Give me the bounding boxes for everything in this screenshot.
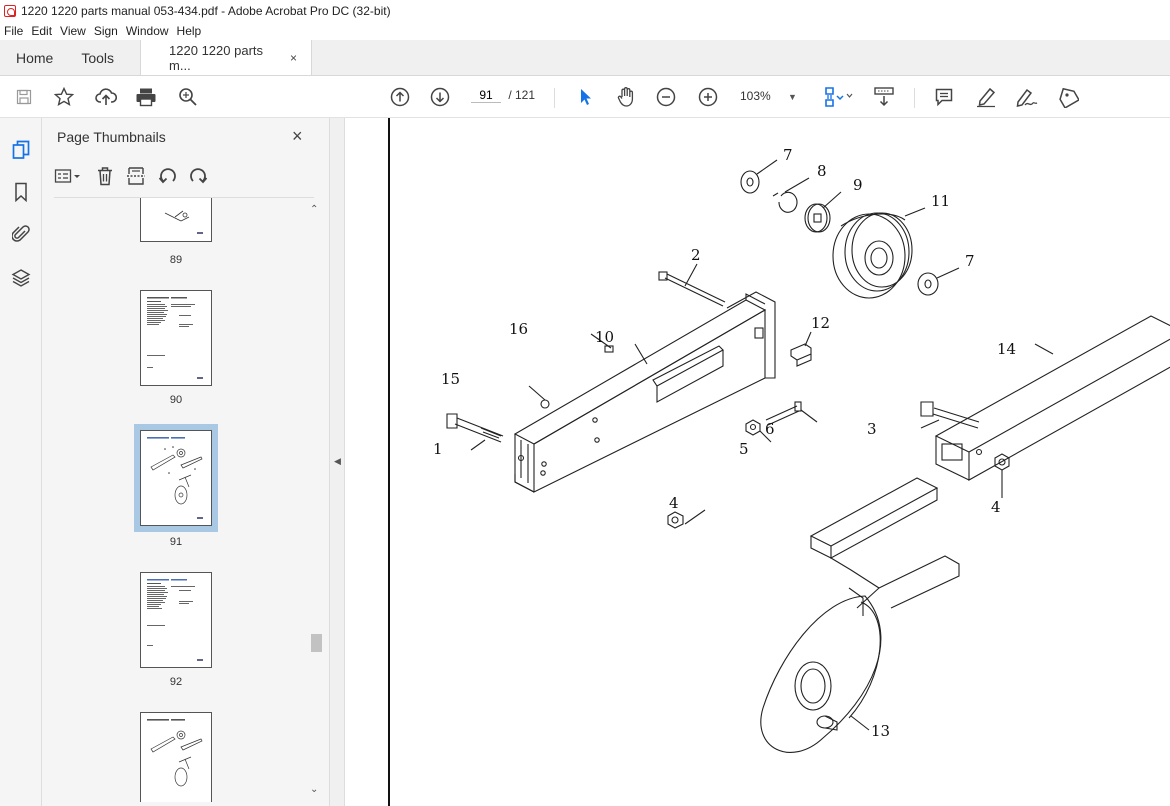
sign-icon[interactable] <box>1014 85 1038 109</box>
toolbar-divider-2 <box>914 88 915 108</box>
callout-4a: 4 <box>669 494 679 512</box>
callout-16: 16 <box>509 320 528 338</box>
callout-7a: 7 <box>783 146 793 164</box>
thumbnail-toolbar <box>54 165 208 187</box>
zoom-value: 103% <box>740 89 771 103</box>
callout-4b: 4 <box>991 498 1001 516</box>
callout-1: 1 <box>433 440 443 458</box>
tab-document[interactable]: 1220 1220 parts m... × <box>140 40 313 75</box>
rotate-left-icon[interactable] <box>158 166 178 186</box>
zoom-out-icon[interactable] <box>654 85 678 109</box>
page-navigator: / 121 <box>471 88 535 103</box>
highlight-pen-icon[interactable] <box>974 85 998 109</box>
navigation-rail <box>0 118 42 806</box>
page-number-input[interactable] <box>471 88 501 103</box>
scrollbar-thumb[interactable] <box>311 634 322 652</box>
print-icon[interactable] <box>134 85 158 109</box>
thumbnail-page-92[interactable] <box>140 572 212 668</box>
extract-page-icon[interactable] <box>126 166 146 186</box>
menu-edit[interactable]: Edit <box>31 24 52 38</box>
tab-tools-label: Tools <box>81 49 115 66</box>
document-view[interactable]: 7 8 9 11 7 2 12 16 10 14 15 3 6 1 5 4 4 … <box>345 118 1170 806</box>
thumbnail-list: 89 90 91 92 <box>54 198 308 802</box>
attachment-icon[interactable] <box>9 222 33 246</box>
scroll-up-icon[interactable]: ⌃ <box>310 204 318 215</box>
callout-7b: 7 <box>965 252 975 270</box>
menu-bar: File Edit View Sign Window Help <box>0 22 1170 40</box>
menu-file[interactable]: File <box>4 24 23 38</box>
page-edge <box>388 118 390 806</box>
delete-page-icon[interactable] <box>96 166 114 186</box>
page-thumbnails-panel: Page Thumbnails × 89 90 91 92 ⌃ ⌄ <box>42 118 329 806</box>
thumbnail-options-icon[interactable] <box>54 168 82 184</box>
menu-sign[interactable]: Sign <box>94 24 118 38</box>
hand-tool-icon[interactable] <box>614 85 638 109</box>
callout-3: 3 <box>867 420 877 438</box>
acrobat-icon <box>4 5 16 17</box>
callout-14: 14 <box>997 340 1016 358</box>
thumbnail-page-91[interactable] <box>134 424 218 532</box>
callout-8: 8 <box>817 162 827 180</box>
page-thumbnails-icon[interactable] <box>9 138 33 162</box>
tab-home-label: Home <box>16 49 54 66</box>
menu-view[interactable]: View <box>60 24 86 38</box>
title-bar: 1220 1220 parts manual 053-434.pdf - Ado… <box>0 0 1170 22</box>
callout-10: 10 <box>595 328 614 346</box>
save-icon[interactable] <box>12 85 36 109</box>
star-icon[interactable] <box>52 85 76 109</box>
thumbnail-page-93[interactable] <box>140 712 212 802</box>
menu-window[interactable]: Window <box>126 24 169 38</box>
panel-close-icon[interactable]: × <box>292 126 303 147</box>
prev-page-icon[interactable] <box>388 85 412 109</box>
callout-12: 12 <box>811 314 830 332</box>
callout-6: 6 <box>765 420 775 438</box>
page-total: / 121 <box>508 88 536 102</box>
thumbnail-label-91: 91 <box>169 536 183 548</box>
thumbnail-page-90[interactable] <box>140 290 212 386</box>
collapse-panel-icon[interactable]: ◀ <box>334 456 341 467</box>
layers-icon[interactable] <box>9 266 33 290</box>
page-fit-icon[interactable] <box>820 85 856 109</box>
menu-help[interactable]: Help <box>177 24 202 38</box>
chevron-down-icon: ▼ <box>788 92 797 102</box>
zoom-dropdown[interactable]: 103% ▼ <box>740 89 797 103</box>
thumbnail-label-89: 89 <box>169 254 183 266</box>
rotate-right-icon[interactable] <box>188 166 208 186</box>
next-page-icon[interactable] <box>428 85 452 109</box>
tab-bar: Home Tools 1220 1220 parts m... × <box>0 40 1170 76</box>
thumbnail-label-90: 90 <box>169 394 183 406</box>
scroll-mode-icon[interactable] <box>872 85 896 109</box>
toolbar-divider <box>554 88 555 108</box>
search-icon[interactable] <box>176 85 200 109</box>
parts-diagram: 7 8 9 11 7 2 12 16 10 14 15 3 6 1 5 4 4 … <box>433 146 1170 753</box>
bookmark-icon[interactable] <box>9 180 33 204</box>
tab-tools[interactable]: Tools <box>67 40 140 75</box>
select-tool-icon[interactable] <box>574 85 598 109</box>
main-toolbar: / 121 103% ▼ <box>0 76 1170 118</box>
panel-splitter[interactable]: ◀ <box>329 118 345 806</box>
callout-9: 9 <box>853 176 863 194</box>
callout-15: 15 <box>441 370 460 388</box>
tab-document-label: 1220 1220 parts m... <box>169 42 264 73</box>
comment-icon[interactable] <box>932 85 956 109</box>
tab-home[interactable]: Home <box>0 40 67 75</box>
callout-13: 13 <box>871 722 890 740</box>
tab-close-icon[interactable]: × <box>290 51 297 65</box>
thumbnail-scrollbar[interactable]: ⌃ ⌄ <box>308 200 324 800</box>
thumbnail-label-92: 92 <box>169 676 183 688</box>
zoom-in-icon[interactable] <box>696 85 720 109</box>
stamp-icon[interactable] <box>1056 85 1080 109</box>
callout-5: 5 <box>739 440 749 458</box>
panel-title: Page Thumbnails <box>57 129 166 145</box>
callout-11: 11 <box>931 192 950 210</box>
scroll-down-icon[interactable]: ⌄ <box>310 784 318 795</box>
thumbnail-page-89[interactable] <box>140 198 212 242</box>
window-title: 1220 1220 parts manual 053-434.pdf - Ado… <box>21 4 391 18</box>
cloud-upload-icon[interactable] <box>94 85 118 109</box>
callout-2: 2 <box>691 246 701 264</box>
